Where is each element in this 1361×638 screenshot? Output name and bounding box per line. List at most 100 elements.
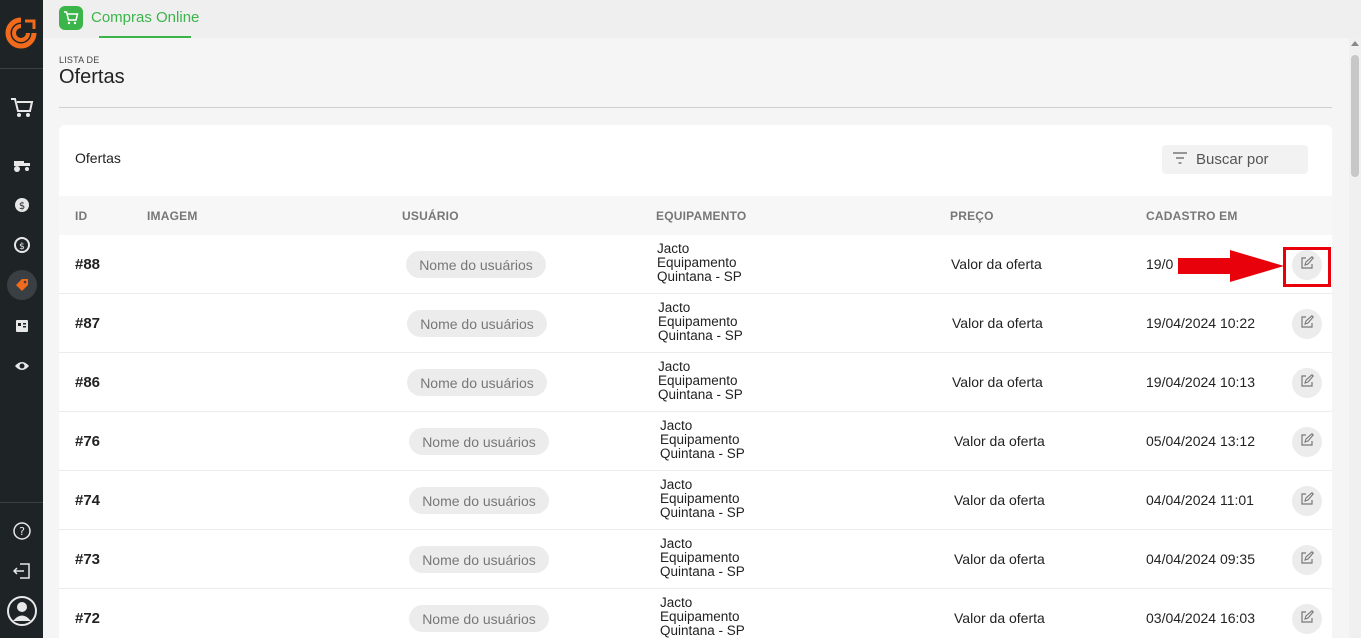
- equipment-brand: Jacto: [658, 300, 691, 315]
- breadcrumb: LISTA DE: [59, 55, 100, 65]
- equipment-info: Jacto Equipamento Quintana - SP: [658, 360, 743, 402]
- equipment-name: Equipamento: [658, 314, 738, 329]
- offer-price: Valor da oferta: [954, 433, 1045, 449]
- logout-icon[interactable]: [0, 562, 43, 580]
- table-row[interactable]: #76 Nome do usuários Jacto Equipamento Q…: [59, 412, 1332, 471]
- tab-label: Compras Online: [91, 9, 200, 26]
- user-badge: Nome do usuários: [406, 251, 546, 278]
- tab-compras-online[interactable]: Compras Online: [59, 6, 199, 38]
- equipment-location: Quintana - SP: [660, 623, 745, 638]
- tractor-icon[interactable]: [0, 156, 43, 174]
- search-box[interactable]: [1162, 145, 1308, 174]
- tag-icon[interactable]: [0, 270, 43, 300]
- offer-id: #86: [75, 374, 101, 391]
- offer-id: #76: [75, 433, 101, 450]
- offer-price: Valor da oferta: [954, 610, 1045, 626]
- scroll-thumb[interactable]: [1351, 55, 1359, 177]
- header-divider: [59, 107, 1332, 108]
- equipment-location: Quintana - SP: [660, 564, 745, 579]
- user-badge: Nome do usuários: [409, 605, 549, 632]
- offer-price: Valor da oferta: [952, 315, 1043, 331]
- equipment-brand: Jacto: [658, 359, 691, 374]
- cart-icon[interactable]: [0, 96, 43, 120]
- equipment-name: Equipamento: [658, 373, 738, 388]
- created-date: 19/0: [1146, 256, 1174, 272]
- offer-price: Valor da oferta: [954, 551, 1045, 567]
- equipment-name: Equipamento: [660, 550, 740, 565]
- table-row[interactable]: #86 Nome do usuários Jacto Equipamento Q…: [59, 353, 1332, 412]
- svg-text:?: ?: [19, 525, 25, 538]
- table-row[interactable]: #73 Nome do usuários Jacto Equipamento Q…: [59, 530, 1332, 589]
- equipment-brand: Jacto: [660, 595, 693, 610]
- edit-icon: [1300, 609, 1314, 629]
- offer-price: Valor da oferta: [954, 492, 1045, 508]
- equipment-info: Jacto Equipamento Quintana - SP: [660, 537, 745, 579]
- id-card-icon[interactable]: [0, 317, 43, 335]
- column-header-image[interactable]: IMAGEM: [147, 209, 198, 223]
- table-row[interactable]: #88 Nome do usuários Jacto Equipamento Q…: [59, 235, 1332, 294]
- eye-icon[interactable]: [0, 357, 43, 375]
- company-logo[interactable]: [5, 17, 37, 49]
- edit-button[interactable]: [1292, 486, 1322, 516]
- equipment-brand: Jacto: [660, 418, 693, 433]
- created-date: 03/04/2024 16:03: [1146, 610, 1255, 626]
- equipment-brand: Jacto: [660, 477, 693, 492]
- created-date: 04/04/2024 11:01: [1146, 492, 1254, 508]
- equipment-location: Quintana - SP: [660, 505, 745, 520]
- scrollbar[interactable]: [1349, 38, 1361, 638]
- edit-icon: [1300, 314, 1314, 334]
- edit-button[interactable]: [1292, 368, 1322, 398]
- equipment-brand: Jacto: [657, 241, 690, 256]
- user-badge: Nome do usuários: [409, 487, 549, 514]
- edit-button[interactable]: [1292, 604, 1322, 634]
- top-tab-bar: Compras Online: [43, 0, 1361, 38]
- offer-price: Valor da oferta: [951, 256, 1042, 272]
- column-header-created[interactable]: CADASTRO EM: [1146, 209, 1238, 223]
- equipment-location: Quintana - SP: [657, 269, 742, 284]
- offer-id: #72: [75, 610, 101, 627]
- table-row[interactable]: #72 Nome do usuários Jacto Equipamento Q…: [59, 589, 1332, 638]
- edit-icon: [1300, 373, 1314, 393]
- card-title: Ofertas: [75, 150, 121, 166]
- table-header: ID IMAGEM USUÁRIO EQUIPAMENTO PREÇO CADA…: [59, 196, 1332, 235]
- annotation-highlight-box: [1283, 247, 1331, 287]
- equipment-location: Quintana - SP: [660, 446, 745, 461]
- equipment-name: Equipamento: [660, 432, 740, 447]
- offer-id: #87: [75, 315, 101, 332]
- created-date: 05/04/2024 13:12: [1146, 433, 1255, 449]
- edit-button[interactable]: [1292, 309, 1322, 339]
- offer-price: Valor da oferta: [952, 374, 1043, 390]
- column-header-equipment[interactable]: EQUIPAMENTO: [656, 209, 746, 223]
- equipment-name: Equipamento: [660, 609, 740, 624]
- edit-icon: [1300, 491, 1314, 511]
- created-date: 19/04/2024 10:22: [1146, 315, 1255, 331]
- edit-icon: [1300, 550, 1314, 570]
- user-badge: Nome do usuários: [407, 310, 547, 337]
- equipment-brand: Jacto: [660, 536, 693, 551]
- scroll-up-arrow-icon[interactable]: [1351, 41, 1359, 46]
- svg-text:$: $: [18, 201, 24, 212]
- user-badge: Nome do usuários: [409, 546, 549, 573]
- search-input[interactable]: [1196, 151, 1306, 168]
- equipment-name: Equipamento: [657, 255, 737, 270]
- equipment-info: Jacto Equipamento Quintana - SP: [657, 242, 742, 284]
- money-icon[interactable]: $: [0, 196, 43, 214]
- equipment-name: Equipamento: [660, 491, 740, 506]
- equipment-info: Jacto Equipamento Quintana - SP: [660, 596, 745, 638]
- page-title: Ofertas: [59, 66, 125, 88]
- edit-button[interactable]: [1292, 427, 1322, 457]
- edit-button[interactable]: [1292, 545, 1322, 575]
- sidebar: $ $ ?: [0, 0, 43, 638]
- help-icon[interactable]: ?: [0, 521, 43, 541]
- sidebar-divider: [0, 68, 43, 69]
- table-row[interactable]: #87 Nome do usuários Jacto Equipamento Q…: [59, 294, 1332, 353]
- money-cycle-icon[interactable]: $: [0, 236, 43, 254]
- table-row[interactable]: #74 Nome do usuários Jacto Equipamento Q…: [59, 471, 1332, 530]
- column-header-user[interactable]: USUÁRIO: [402, 209, 459, 223]
- column-header-price[interactable]: PREÇO: [950, 209, 994, 223]
- sidebar-divider: [0, 502, 43, 503]
- created-date: 04/04/2024 09:35: [1146, 551, 1255, 567]
- user-avatar-icon[interactable]: [0, 595, 43, 627]
- annotation-arrow-icon: [1176, 249, 1288, 283]
- column-header-id[interactable]: ID: [75, 209, 87, 223]
